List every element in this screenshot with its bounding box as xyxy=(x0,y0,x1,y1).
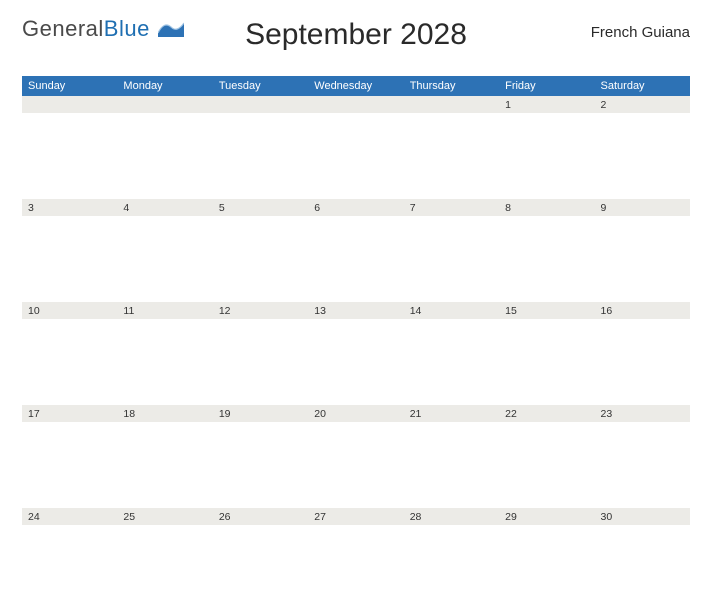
date-number-row: 3 4 5 6 7 8 9 xyxy=(22,199,690,216)
week-row: 10 11 12 13 14 15 16 xyxy=(22,302,690,405)
date-cell: 30 xyxy=(595,511,690,523)
calendar: Sunday Monday Tuesday Wednesday Thursday… xyxy=(22,76,690,611)
day-header: Sunday xyxy=(22,80,117,92)
week-row: 24 25 26 27 28 29 30 xyxy=(22,508,690,611)
date-cell: 21 xyxy=(404,408,499,420)
date-number-row: 10 11 12 13 14 15 16 xyxy=(22,302,690,319)
date-cell: 7 xyxy=(404,202,499,214)
date-cell: 3 xyxy=(22,202,117,214)
date-number-row: 1 2 xyxy=(22,96,690,113)
day-header: Saturday xyxy=(595,80,690,92)
date-cell: 9 xyxy=(595,202,690,214)
date-cell: 14 xyxy=(404,305,499,317)
date-cell: 11 xyxy=(117,305,212,317)
date-cell: 17 xyxy=(22,408,117,420)
date-cell: 4 xyxy=(117,202,212,214)
date-cell: 28 xyxy=(404,511,499,523)
date-cell: 6 xyxy=(308,202,403,214)
date-cell: 8 xyxy=(499,202,594,214)
day-header: Thursday xyxy=(404,80,499,92)
day-header: Friday xyxy=(499,80,594,92)
week-body xyxy=(22,319,690,405)
week-row: 17 18 19 20 21 22 23 xyxy=(22,405,690,508)
header: GeneralBlue September 2028 French Guiana xyxy=(22,10,690,70)
date-cell: 16 xyxy=(595,305,690,317)
date-cell: 27 xyxy=(308,511,403,523)
date-cell: 22 xyxy=(499,408,594,420)
date-cell: 29 xyxy=(499,511,594,523)
date-cell: 2 xyxy=(595,99,690,111)
region-label: French Guiana xyxy=(591,24,690,41)
day-header: Monday xyxy=(117,80,212,92)
week-body xyxy=(22,422,690,508)
date-cell: 5 xyxy=(213,202,308,214)
date-cell: 19 xyxy=(213,408,308,420)
date-cell: 12 xyxy=(213,305,308,317)
week-body xyxy=(22,113,690,199)
date-cell: 13 xyxy=(308,305,403,317)
date-number-row: 24 25 26 27 28 29 30 xyxy=(22,508,690,525)
date-cell: 20 xyxy=(308,408,403,420)
date-number-row: 17 18 19 20 21 22 23 xyxy=(22,405,690,422)
date-cell: 23 xyxy=(595,408,690,420)
date-cell: 10 xyxy=(22,305,117,317)
week-row: 3 4 5 6 7 8 9 xyxy=(22,199,690,302)
day-header: Wednesday xyxy=(308,80,403,92)
date-cell: 18 xyxy=(117,408,212,420)
week-body xyxy=(22,525,690,611)
date-cell: 15 xyxy=(499,305,594,317)
day-header: Tuesday xyxy=(213,80,308,92)
week-body xyxy=(22,216,690,302)
date-cell: 25 xyxy=(117,511,212,523)
date-cell: 1 xyxy=(499,99,594,111)
week-row: 1 2 xyxy=(22,96,690,199)
date-cell: 26 xyxy=(213,511,308,523)
date-cell: 24 xyxy=(22,511,117,523)
day-header-row: Sunday Monday Tuesday Wednesday Thursday… xyxy=(22,76,690,96)
